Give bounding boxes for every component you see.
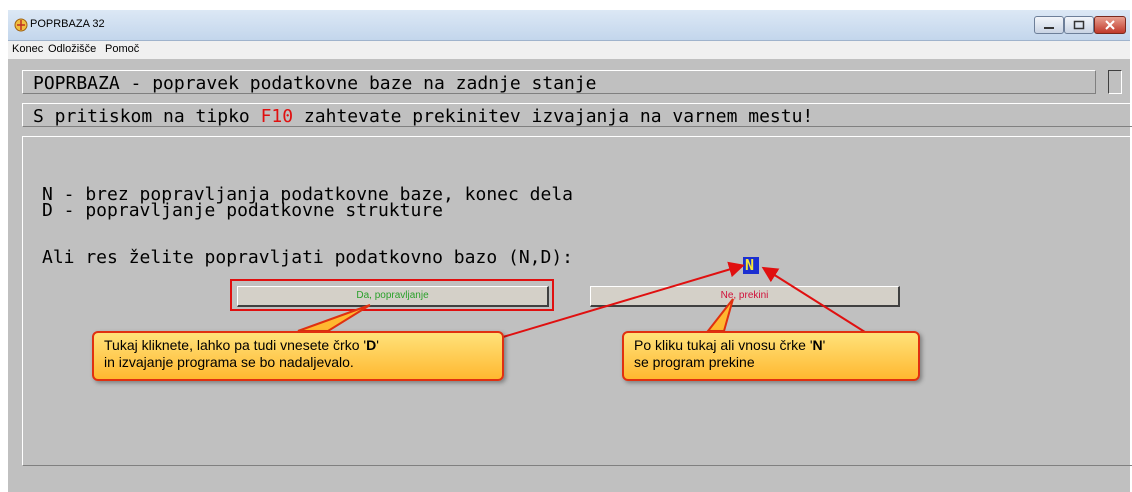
menu-item-konec[interactable]: Konec xyxy=(12,43,43,55)
callout-abort-suffix: ' xyxy=(822,337,826,353)
callout-abort-line1: Po kliku tukaj ali vnosu črke 'N' xyxy=(634,337,908,354)
menu-item-pomoc[interactable]: Pomoč xyxy=(105,43,139,55)
arrow-to-input-right xyxy=(761,266,877,340)
app-window: POPRBAZA 32 Konec Odložišče Pomoč POPRBA… xyxy=(8,10,1132,492)
console-area: POPRBAZA - popravek podatkovne baze na z… xyxy=(8,59,1132,492)
menu-bar: Konec Odložišče Pomoč xyxy=(8,41,1130,59)
right-callout-pointer xyxy=(705,298,734,332)
callout-continue-line2: in izvajanje programa se bo nadaljevalo. xyxy=(104,354,354,370)
callout-continue: Tukaj kliknete, lahko pa tudi vnesete čr… xyxy=(92,331,504,381)
arrow-to-input-left xyxy=(502,261,745,338)
callout-abort-prefix: Po kliku tukaj ali vnosu črke ' xyxy=(634,337,813,353)
minimize-button[interactable] xyxy=(1034,16,1064,34)
callout-continue-line1: Tukaj kliknete, lahko pa tudi vnesete čr… xyxy=(104,337,492,354)
close-button[interactable] xyxy=(1094,16,1126,34)
callout-continue-key: D xyxy=(366,337,377,353)
callout-continue-suffix: ' xyxy=(376,337,379,353)
callout-abort: Po kliku tukaj ali vnosu črke 'N' se pro… xyxy=(622,331,920,381)
app-icon xyxy=(14,18,28,32)
left-callout-pointer xyxy=(297,304,371,332)
maximize-button[interactable] xyxy=(1064,16,1094,34)
menu-item-odlozisce[interactable]: Odložišče xyxy=(48,43,96,55)
close-icon xyxy=(1105,20,1115,30)
minimize-icon xyxy=(1044,27,1054,29)
callout-abort-key: N xyxy=(812,337,823,353)
maximize-icon xyxy=(1073,20,1085,30)
title-bar[interactable]: POPRBAZA 32 xyxy=(8,10,1130,41)
callout-arrows xyxy=(297,261,877,340)
callout-abort-line2: se program prekine xyxy=(634,354,755,370)
callout-continue-prefix: Tukaj kliknete, lahko pa tudi vnesete čr… xyxy=(104,337,367,353)
window-title: POPRBAZA 32 xyxy=(30,18,105,30)
